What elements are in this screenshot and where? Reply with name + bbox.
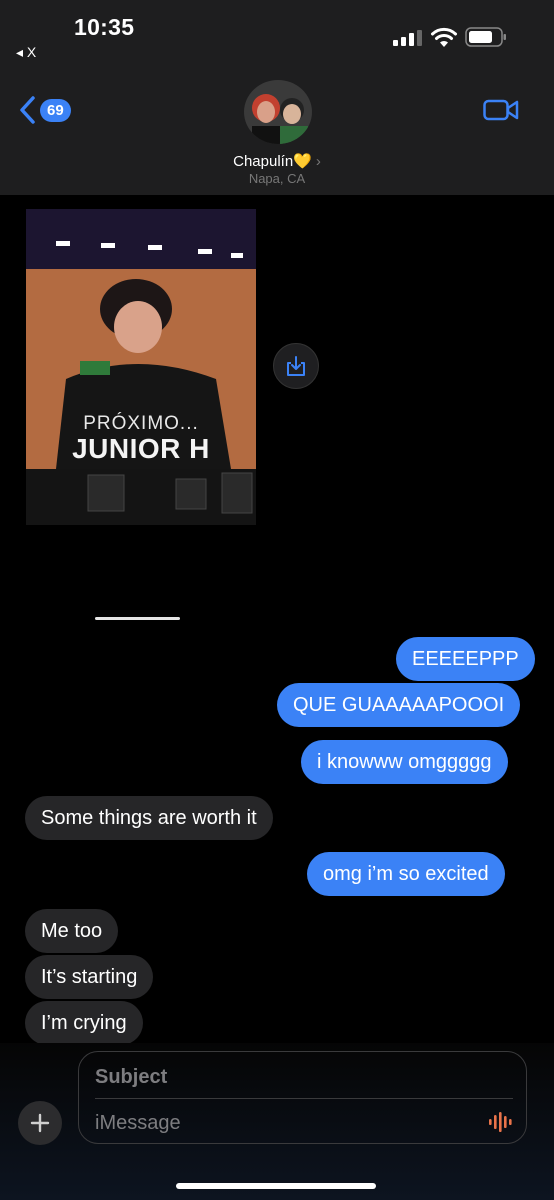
unread-count-badge: 69 <box>40 98 71 122</box>
waveform-icon[interactable] <box>487 1110 515 1134</box>
compose-box <box>78 1051 527 1144</box>
photo-message[interactable]: PRÓXIMO... JUNIOR H <box>26 209 256 525</box>
battery-icon <box>465 27 506 47</box>
media-scrubber[interactable] <box>95 617 180 620</box>
back-to-app[interactable]: ◂ X <box>16 44 36 61</box>
message-bubble-received[interactable]: It’s starting <box>25 955 154 999</box>
back-button[interactable]: 69 <box>18 92 78 128</box>
add-attachment-button[interactable] <box>18 1101 62 1145</box>
wifi-icon <box>431 27 457 47</box>
concert-screen-image <box>26 209 256 525</box>
compose-divider <box>95 1098 513 1099</box>
message-bubble-received[interactable]: I’m crying <box>25 1001 143 1045</box>
message-bubble-received[interactable]: Me too <box>25 909 119 953</box>
contact-name[interactable]: Chapulín💛 › <box>0 152 554 170</box>
photo-caption-line2: JUNIOR H <box>72 433 210 464</box>
download-icon <box>287 356 305 376</box>
avatar-photo <box>244 80 312 144</box>
cellular-signal-icon <box>393 30 422 46</box>
home-indicator[interactable] <box>176 1183 376 1189</box>
photo-caption-line1: PRÓXIMO... <box>83 413 199 434</box>
contact-name-text: Chapulín <box>233 153 294 170</box>
message-bubble-sent[interactable]: i knowww omggggg <box>301 740 508 784</box>
video-camera-icon[interactable] <box>483 98 519 122</box>
contact-location: Napa, CA <box>248 171 306 186</box>
message-bubble-received[interactable]: Some things are worth it <box>25 796 273 840</box>
save-photo-button[interactable] <box>273 343 319 389</box>
contact-avatar[interactable] <box>244 80 312 144</box>
yellow-heart-emoji: 💛 <box>293 153 312 170</box>
message-bubble-sent[interactable]: QUE GUAAAAAPOOOI <box>277 683 521 727</box>
conversation-header: 10:35 ◂ X 69 Chapulín💛 › Napa, CA <box>0 0 554 195</box>
chevron-left-icon <box>20 96 35 124</box>
status-time: 10:35 <box>74 14 135 40</box>
message-bubble-sent[interactable]: EEEEEPPP <box>396 637 535 681</box>
message-bubble-sent[interactable]: omg i’m so excited <box>307 852 505 896</box>
subject-field[interactable] <box>95 1062 505 1092</box>
plus-icon <box>30 1113 50 1133</box>
chevron-right-icon: › <box>315 153 321 170</box>
imessage-input[interactable] <box>95 1108 475 1138</box>
